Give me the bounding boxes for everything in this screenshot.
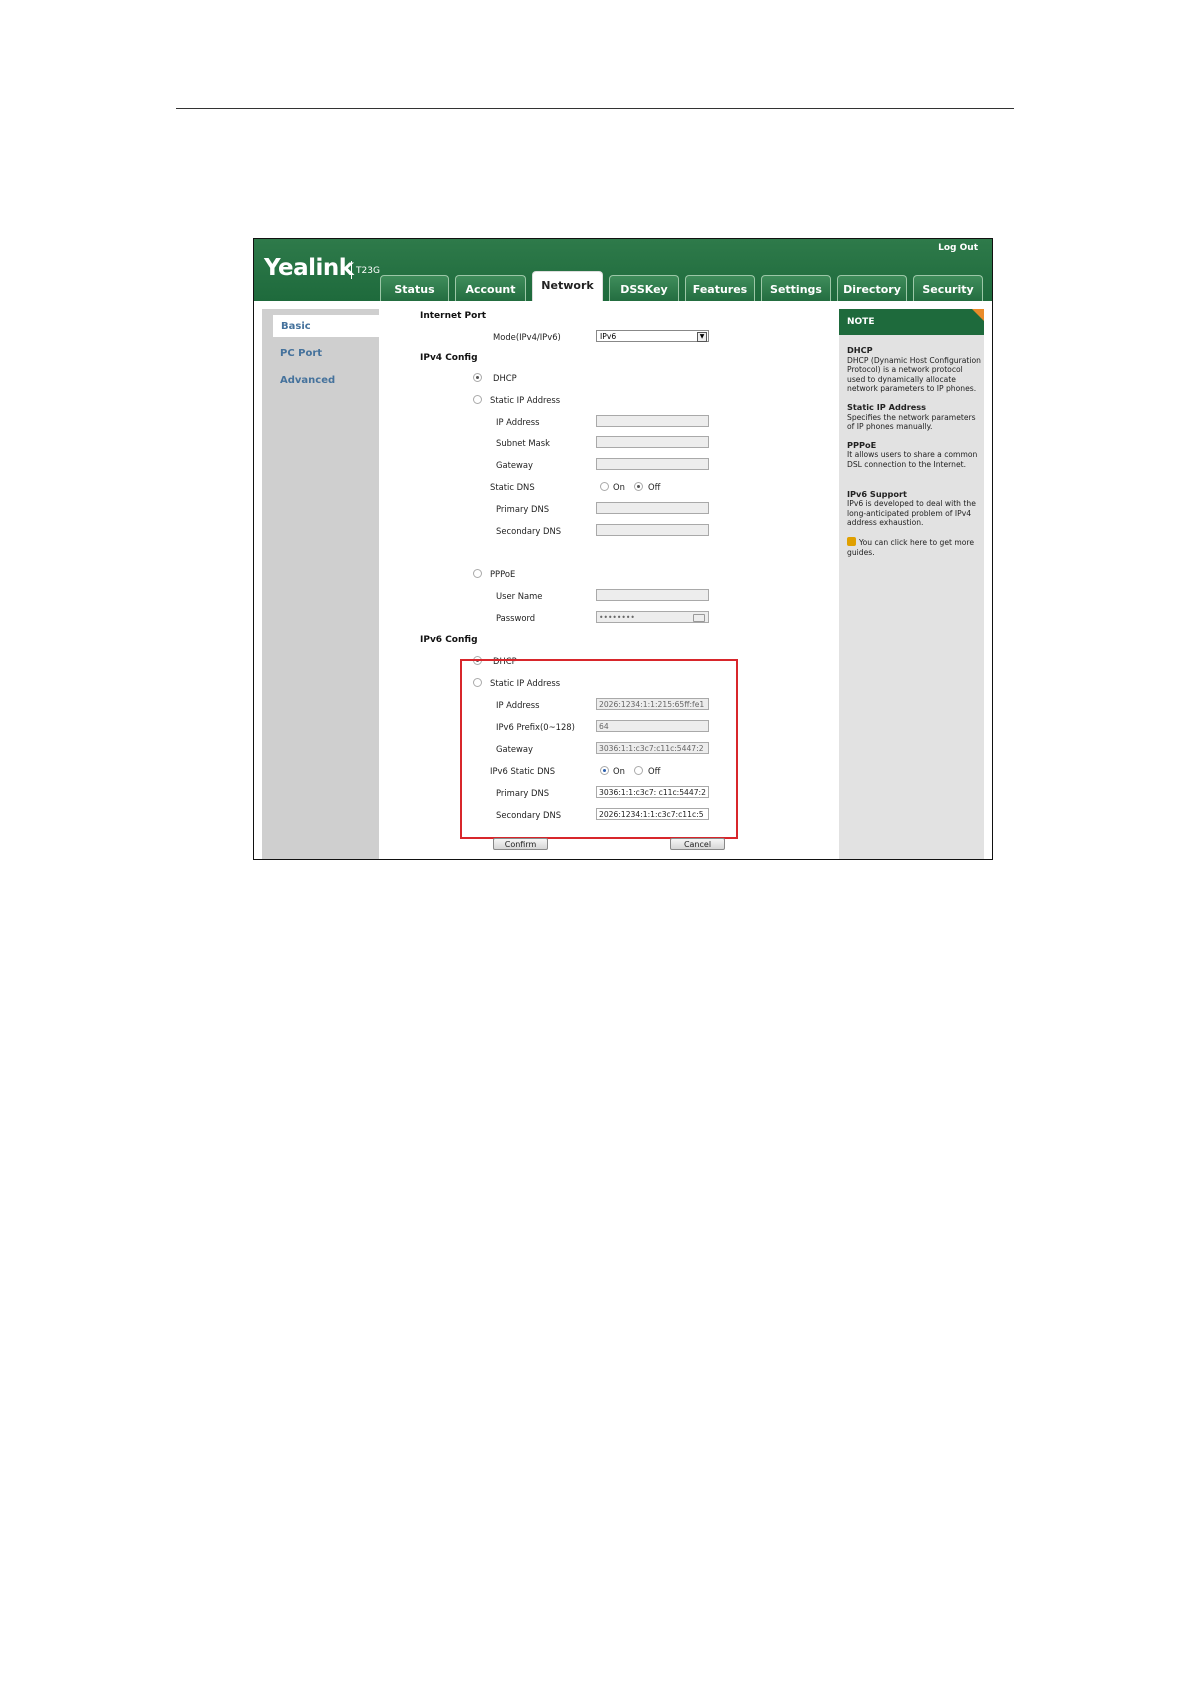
pppoe-username-label: User Name [496, 591, 543, 601]
pppoe-label: PPPoE [490, 569, 516, 579]
internet-port-title: Internet Port [420, 311, 487, 321]
sidebar-item-advanced[interactable]: Advanced [280, 375, 335, 386]
mode-label: Mode(IPv4/IPv6) [493, 332, 561, 342]
note-heading: DHCP [847, 345, 873, 355]
ipv4-static-dns-off-radio[interactable] [634, 482, 643, 491]
ipv4-primary-dns-label: Primary DNS [496, 504, 550, 514]
sidebar-item-pc-port[interactable]: PC Port [280, 348, 322, 359]
ipv4-static-dns-label: Static DNS [490, 482, 535, 492]
note-heading: Static IP Address [847, 401, 927, 412]
web-ui-screenshot: Yealink T23G Log Out Status Account Netw… [253, 238, 993, 860]
tab-features[interactable]: Features [685, 275, 755, 301]
ipv6-highlight-box [460, 659, 738, 839]
pppoe-password-field[interactable]: •••••••• [596, 611, 709, 623]
note-heading: IPv6 Support [847, 488, 907, 499]
note-section-pppoe: PPPoE It allows users to share a common … [847, 439, 981, 470]
ipv4-subnet-label: Subnet Mask [496, 438, 550, 448]
ipv4-ip-field[interactable] [596, 415, 709, 427]
note-guide-link[interactable]: You can click here to get more guides. [847, 536, 981, 557]
ipv4-config-title: IPv4 Config [420, 353, 478, 363]
ipv4-primary-dns-field[interactable] [596, 502, 709, 514]
note-section-static-ip: Static IP Address Specifies the network … [847, 401, 981, 432]
ipv4-secondary-dns-field[interactable] [596, 524, 709, 536]
note-section-dhcp: DHCP DHCP (Dynamic Host Configuration Pr… [847, 345, 981, 394]
chevron-down-icon[interactable]: ▼ [697, 332, 707, 342]
ipv4-static-dns-off-label: Off [648, 482, 661, 492]
note-body: DHCP DHCP (Dynamic Host Configuration Pr… [847, 345, 981, 566]
pppoe-password-value: •••••••• [599, 613, 635, 622]
ipv4-static-radio[interactable] [473, 395, 482, 404]
pppoe-username-field[interactable] [596, 589, 709, 601]
sidebar: Basic PC Port Advanced [262, 309, 379, 859]
note-section-ipv6: IPv6 Support IPv6 is developed to deal w… [847, 488, 981, 528]
note-heading: PPPoE [847, 439, 877, 450]
note-corner-icon [972, 309, 984, 321]
ipv4-static-dns-on-label: On [613, 482, 625, 492]
page-header-rule [176, 108, 1014, 109]
note-text: DHCP (Dynamic Host Configuration Protoco… [847, 355, 981, 394]
tab-directory[interactable]: Directory [837, 275, 907, 301]
keyboard-icon[interactable] [693, 614, 705, 622]
tab-network[interactable]: Network [532, 271, 603, 301]
ipv4-subnet-field[interactable] [596, 436, 709, 448]
note-title: NOTE [839, 309, 984, 335]
ipv6-config-title: IPv6 Config [420, 635, 478, 645]
cancel-button[interactable]: Cancel [670, 838, 725, 850]
note-text: Specifies the network parameters of IP p… [847, 412, 976, 432]
ipv4-gateway-field[interactable] [596, 458, 709, 470]
tab-settings[interactable]: Settings [761, 275, 831, 301]
ipv4-static-label: Static IP Address [490, 395, 561, 405]
header-bar: Yealink T23G Log Out Status Account Netw… [254, 239, 992, 301]
sidebar-item-basic[interactable]: Basic [281, 321, 311, 332]
mode-select-value: IPv6 [600, 332, 617, 341]
guide-icon [847, 536, 856, 546]
ipv4-static-dns-on-radio[interactable] [600, 482, 609, 491]
tab-status[interactable]: Status [380, 275, 449, 301]
ipv4-secondary-dns-label: Secondary DNS [496, 526, 562, 536]
note-guide-text[interactable]: You can click here to get more guides. [847, 538, 974, 557]
model-label: T23G [351, 261, 380, 279]
note-text: IPv6 is developed to deal with the long-… [847, 499, 976, 528]
yealink-logo: Yealink [264, 255, 354, 281]
note-text: It allows users to share a common DSL co… [847, 450, 978, 469]
ipv4-gateway-label: Gateway [496, 460, 533, 470]
logout-link[interactable]: Log Out [938, 243, 978, 253]
note-panel: NOTE DHCP DHCP (Dynamic Host Configurati… [839, 309, 984, 859]
ipv4-dhcp-label: DHCP [493, 373, 517, 383]
ipv4-ip-label: IP Address [496, 417, 540, 427]
tab-security[interactable]: Security [913, 275, 983, 301]
pppoe-password-label: Password [496, 613, 536, 623]
mode-select[interactable]: IPv6 ▼ [596, 330, 709, 342]
confirm-button[interactable]: Confirm [493, 838, 548, 850]
tab-dsskey[interactable]: DSSKey [609, 275, 679, 301]
tab-account[interactable]: Account [455, 275, 526, 301]
network-basic-form: Internet Port Mode(IPv4/IPv6) IPv6 ▼ IPv… [380, 301, 839, 859]
pppoe-radio[interactable] [473, 569, 482, 578]
ipv4-dhcp-radio[interactable] [473, 373, 482, 382]
